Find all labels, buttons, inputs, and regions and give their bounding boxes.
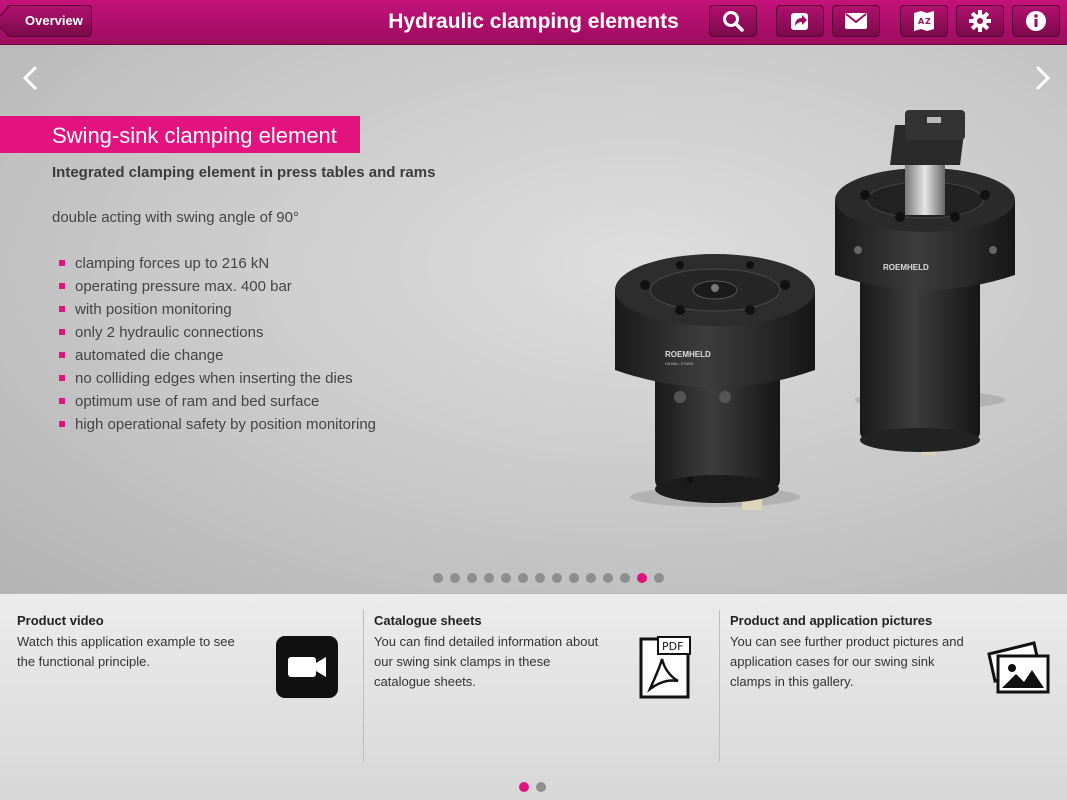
search-button[interactable] [709,5,757,37]
pager-dot[interactable] [518,573,528,583]
product-image: ROEMHELD ROEMHELD HILMA • STARK [615,110,1015,510]
feature-item: only 2 hydraulic connections [58,324,376,347]
svg-text:Z: Z [925,17,931,26]
slide-title: Swing-sink clamping element [52,123,337,148]
pager-dot[interactable] [552,573,562,583]
next-arrow-icon[interactable] [1027,63,1057,93]
catalogue-sheets-card[interactable]: Catalogue sheets You can find detailed i… [374,594,704,769]
product-video-text-line: the functional principle. [17,654,150,669]
pager-dot[interactable] [603,573,613,583]
card-divider [719,610,720,762]
previous-arrow-icon[interactable] [16,63,46,93]
pager-dot[interactable] [535,573,545,583]
overview-back-button[interactable]: Overview [6,5,92,37]
feature-list: clamping forces up to 216 kN operating p… [58,255,376,439]
card-divider [363,610,364,762]
pager-dot[interactable] [433,573,443,583]
mail-icon [845,13,867,29]
pictures-text-line: You can see further product pictures and [730,634,964,649]
pager-dot[interactable] [620,573,630,583]
feature-item: clamping forces up to 216 kN [58,255,376,278]
catalogue-sheets-text-line: our swing sink clamps in these [374,654,551,669]
brand-logo-right: ROEMHELD [883,263,929,272]
info-button[interactable] [1012,5,1060,37]
feature-item: optimum use of ram and bed surface [58,393,376,416]
slide-description: double acting with swing angle of 90° [52,209,299,226]
feature-item: with position monitoring [58,301,376,324]
mail-button[interactable] [832,5,880,37]
pager-dot[interactable] [569,573,579,583]
pictures-text: You can see further product pictures and… [730,632,964,692]
share-button[interactable] [776,5,824,37]
pager-dot[interactable] [654,573,664,583]
feature-item: automated die change [58,347,376,370]
panel-pager-dot[interactable] [536,782,546,792]
panel-pager[interactable] [519,782,546,792]
language-icon: A Z [914,11,934,31]
pager-dot[interactable] [501,573,511,583]
brand-subtitle-left: HILMA • STARK [665,361,694,366]
brand-logo-left: ROEMHELD [665,350,711,359]
picture-gallery-icon[interactable] [986,640,1052,696]
video-camera-icon[interactable] [275,635,339,699]
overview-back-label: Overview [25,13,83,28]
share-icon [791,13,808,30]
pager-dot[interactable] [467,573,477,583]
product-video-card[interactable]: Product video Watch this application exa… [17,594,347,769]
slide-pager[interactable] [0,573,1067,583]
product-video-text: Watch this application example to see th… [17,632,235,672]
catalogue-sheets-text: You can find detailed information about … [374,632,598,692]
pictures-title: Product and application pictures [730,613,933,628]
language-button[interactable]: A Z [900,5,948,37]
svg-text:A: A [918,17,925,26]
feature-item: operating pressure max. 400 bar [58,278,376,301]
feature-item: high operational safety by position moni… [58,416,376,439]
pdf-label: PDF [662,640,683,653]
gear-icon [969,10,991,32]
catalogue-sheets-title: Catalogue sheets [374,613,482,628]
pager-dot[interactable] [637,573,647,583]
pager-dot[interactable] [484,573,494,583]
top-bar: Overview Hydraulic clamping elements A Z [0,0,1067,45]
pictures-card[interactable]: Product and application pictures You can… [730,594,1060,769]
pager-dot[interactable] [586,573,596,583]
panel-pager-dot[interactable] [519,782,529,792]
catalogue-sheets-text-line: You can find detailed information about [374,634,599,649]
resources-panel: Product video Watch this application exa… [0,593,1067,800]
product-slide[interactable]: Swing-sink clamping element Integrated c… [0,45,1067,593]
pictures-text-line: application cases for our swing sink [730,654,935,669]
info-icon [1026,11,1046,31]
feature-item: no colliding edges when inserting the di… [58,370,376,393]
settings-button[interactable] [956,5,1004,37]
pager-dot[interactable] [450,573,460,583]
pdf-document-icon[interactable]: PDF [638,635,692,699]
catalogue-sheets-text-line: catalogue sheets. [374,674,476,689]
slide-subtitle: Integrated clamping element in press tab… [52,164,436,181]
search-icon [723,11,744,32]
product-video-title: Product video [17,613,104,628]
slide-title-band: Swing-sink clamping element [0,116,360,153]
product-video-text-line: Watch this application example to see [17,634,235,649]
pictures-text-line: clamps in this gallery. [730,674,854,689]
